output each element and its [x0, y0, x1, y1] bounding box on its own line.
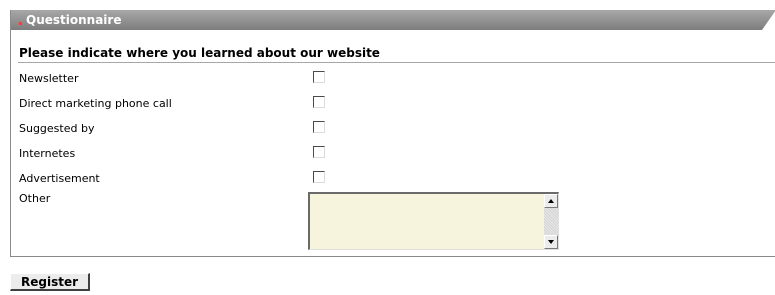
- questionnaire-panel: Questionnaire Please indicate where you …: [10, 10, 775, 257]
- question-heading: Please indicate where you learned about …: [19, 46, 380, 60]
- scroll-down-button[interactable]: [544, 235, 558, 249]
- internetes-checkbox[interactable]: [313, 146, 325, 158]
- advertisement-checkbox[interactable]: [313, 171, 325, 183]
- divider: [18, 62, 775, 63]
- suggested-by-checkbox[interactable]: [313, 121, 325, 133]
- register-button[interactable]: Register: [10, 273, 90, 291]
- direct-marketing-checkbox[interactable]: [313, 96, 325, 108]
- arrow-up-icon: [548, 199, 554, 203]
- arrow-down-icon: [548, 240, 554, 244]
- bullet-icon: [19, 22, 22, 25]
- newsletter-checkbox[interactable]: [313, 71, 325, 83]
- option-label-newsletter: Newsletter: [19, 72, 79, 85]
- section-title: Questionnaire: [26, 13, 122, 27]
- option-label-advertisement: Advertisement: [19, 172, 100, 185]
- scroll-up-button[interactable]: [544, 194, 558, 208]
- textarea-scrollbar[interactable]: [544, 194, 558, 249]
- option-label-direct-marketing: Direct marketing phone call: [19, 97, 172, 110]
- option-label-internetes: Internetes: [19, 147, 76, 160]
- option-label-other: Other: [19, 192, 51, 205]
- section-header: Questionnaire: [11, 10, 775, 30]
- option-label-suggested-by: Suggested by: [19, 122, 95, 135]
- other-textarea[interactable]: [308, 192, 559, 250]
